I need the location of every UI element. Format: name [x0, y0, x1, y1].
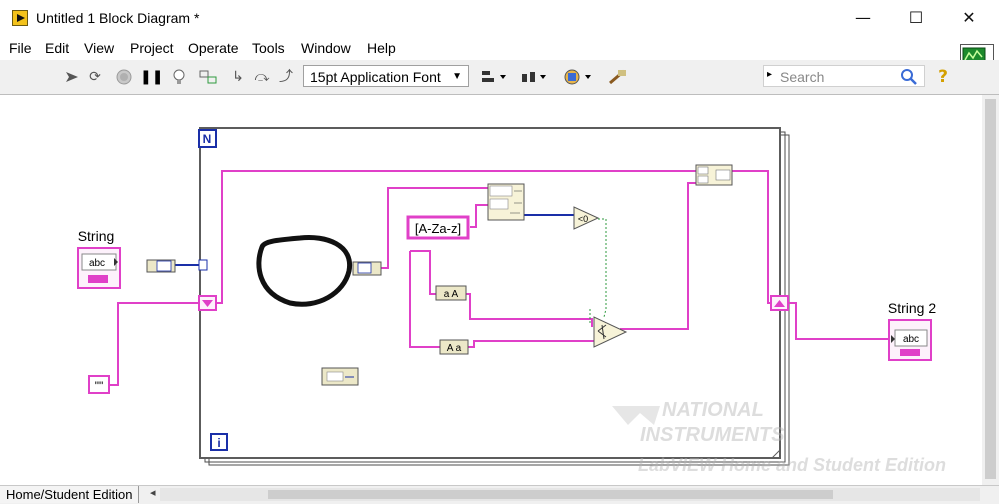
- svg-text:"": "": [95, 379, 104, 393]
- step-over-icon[interactable]: ⤼: [253, 68, 271, 86]
- font-dropdown[interactable]: 15pt Application Font ▼: [303, 65, 469, 87]
- svg-text:abc: abc: [903, 334, 919, 345]
- block-diagram-canvas[interactable]: N i String abc "" [A-Za-z] <0 a A A a St…: [0, 95, 982, 485]
- distribute-objects-icon[interactable]: [520, 68, 548, 86]
- svg-text:<0: <0: [578, 214, 588, 224]
- svg-text:abc: abc: [89, 258, 105, 269]
- string-control-label: String: [78, 228, 115, 244]
- horizontal-scroll-thumb[interactable]: [268, 490, 833, 499]
- font-dropdown-value: 15pt Application Font: [310, 69, 441, 85]
- labview-app-icon: [12, 10, 28, 26]
- minimize-button[interactable]: —: [840, 4, 886, 32]
- retain-wire-values-icon[interactable]: [198, 68, 217, 86]
- regex-constant[interactable]: [A-Za-z]: [406, 215, 470, 240]
- watermark-edition: LabVIEW Home and Student Edition: [638, 455, 946, 475]
- menu-bar: File Edit View Project Operate Tools Win…: [0, 36, 999, 60]
- string-control-terminal[interactable]: abc: [77, 247, 121, 289]
- svg-text:a A: a A: [444, 289, 459, 300]
- horizontal-scrollbar[interactable]: [160, 488, 980, 501]
- step-out-icon[interactable]: ⤴: [277, 68, 295, 86]
- to-upper-case-node[interactable]: a A: [435, 285, 467, 301]
- menu-window[interactable]: Window: [301, 40, 351, 56]
- vertical-scrollbar[interactable]: [982, 95, 999, 485]
- run-continuously-icon[interactable]: ⟳: [86, 68, 104, 86]
- to-lower-case-node[interactable]: A a: [439, 339, 469, 355]
- close-button[interactable]: ✕: [946, 4, 992, 32]
- scroll-left-icon[interactable]: ◂: [150, 486, 156, 499]
- string-length-node[interactable]: [321, 367, 359, 386]
- pause-icon[interactable]: ❚❚: [140, 68, 163, 86]
- watermark-brand-line2: INSTRUMENTS: [640, 424, 785, 446]
- search-box[interactable]: ▸ Search: [763, 65, 925, 87]
- block-diagram: N i String abc "" [A-Za-z] <0 a A A a St…: [77, 127, 946, 475]
- help-icon[interactable]: ?: [934, 68, 952, 86]
- shift-register-right[interactable]: [770, 295, 789, 311]
- shift-register-left[interactable]: [198, 295, 217, 311]
- watermark-brand-line1: NATIONAL: [662, 399, 764, 421]
- search-icon[interactable]: [900, 68, 918, 86]
- menu-operate[interactable]: Operate: [188, 40, 239, 56]
- svg-text:[A-Za-z]: [A-Za-z]: [415, 221, 461, 236]
- reorder-icon[interactable]: [563, 68, 593, 86]
- iteration-label: i: [217, 436, 220, 450]
- align-objects-icon[interactable]: [480, 68, 508, 86]
- string-indicator-terminal[interactable]: abc: [888, 319, 932, 361]
- menu-project[interactable]: Project: [130, 40, 174, 56]
- status-bar: Home/Student Edition ◂: [0, 485, 999, 504]
- match-pattern-node[interactable]: [487, 183, 525, 221]
- search-placeholder: Search: [780, 69, 825, 85]
- title-bar: Untitled 1 Block Diagram * — ☐ ✕: [0, 0, 999, 36]
- concatenate-strings-node[interactable]: [695, 164, 733, 186]
- cleanup-diagram-icon[interactable]: [606, 68, 630, 86]
- string-subset-node[interactable]: [352, 261, 382, 276]
- maximize-button[interactable]: ☐: [893, 4, 939, 32]
- menu-file[interactable]: File: [9, 40, 32, 56]
- menu-help[interactable]: Help: [367, 40, 396, 56]
- iteration-terminal[interactable]: i: [210, 433, 228, 451]
- menu-edit[interactable]: Edit: [45, 40, 69, 56]
- empty-string-constant[interactable]: "": [88, 375, 110, 394]
- highlight-execution-icon[interactable]: [170, 68, 188, 86]
- run-arrow-icon[interactable]: [63, 68, 81, 86]
- menu-view[interactable]: View: [84, 40, 114, 56]
- string-to-number-node[interactable]: [146, 259, 176, 273]
- string-indicator-label: String 2: [888, 300, 936, 316]
- step-into-icon[interactable]: ↳: [229, 68, 247, 86]
- search-options-icon: ▸: [767, 69, 773, 80]
- toolbar: ⟳ ❚❚ ↳ ⤼ ⤴ 15pt Application Font ▼ ▸ Sea…: [0, 60, 999, 95]
- chevron-down-icon: ▼: [452, 71, 462, 82]
- loop-count-terminal[interactable]: N: [198, 129, 217, 148]
- svg-text:A a: A a: [447, 343, 462, 354]
- window-title: Untitled 1 Block Diagram *: [36, 10, 200, 26]
- loop-count-label: N: [203, 132, 212, 146]
- vertical-scroll-thumb[interactable]: [985, 99, 996, 479]
- menu-tools[interactable]: Tools: [252, 40, 285, 56]
- abort-icon[interactable]: [115, 68, 133, 86]
- edition-label: Home/Student Edition: [0, 486, 140, 503]
- loop-tunnel-numeric[interactable]: [198, 259, 208, 271]
